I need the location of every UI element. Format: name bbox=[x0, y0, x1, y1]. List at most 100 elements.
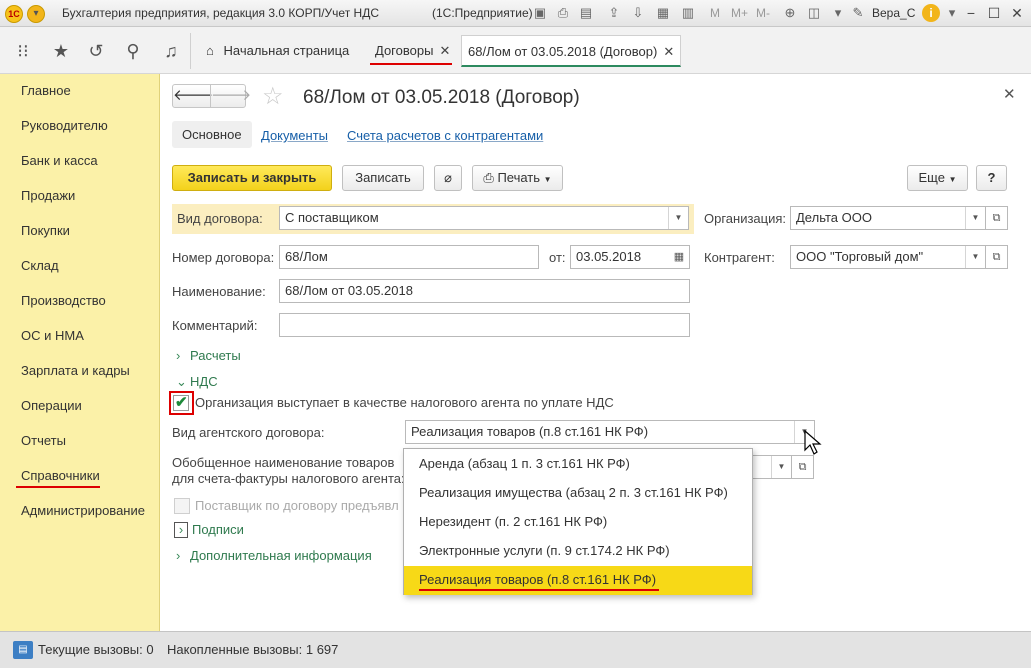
chevron-right-icon: › bbox=[176, 348, 181, 363]
sidebar-item-fixed-assets[interactable]: ОС и НМА bbox=[21, 328, 84, 343]
close-form-icon[interactable]: ✕ bbox=[1003, 85, 1016, 103]
open-organization-icon[interactable]: ⧉ bbox=[986, 206, 1008, 230]
sidebar-item-warehouse[interactable]: Склад bbox=[21, 258, 59, 273]
minimize-button[interactable]: − bbox=[960, 4, 982, 22]
contract-type-field[interactable]: С поставщиком ▼ bbox=[279, 206, 689, 230]
more-icon[interactable]: ▾ bbox=[830, 5, 846, 21]
name-label: Наименование: bbox=[172, 284, 266, 299]
forward-arrow-icon[interactable]: 🡒 bbox=[210, 85, 251, 107]
calendar-icon[interactable]: ▥ bbox=[680, 5, 696, 21]
chevron-down-icon[interactable]: ▼ bbox=[668, 207, 688, 229]
contract-number-field[interactable]: 68/Лом bbox=[279, 245, 539, 269]
dropdown-option[interactable]: Электронные услуги (п. 9 ст.174.2 НК РФ) bbox=[404, 537, 752, 566]
sidebar-item-bank[interactable]: Банк и касса bbox=[21, 153, 98, 168]
counterparty-label: Контрагент: bbox=[704, 250, 775, 265]
sidebar-item-reports[interactable]: Отчеты bbox=[21, 433, 66, 448]
info-menu-icon[interactable]: ▾ bbox=[944, 5, 960, 21]
group-additional[interactable]: › Дополнительная информация bbox=[176, 548, 372, 563]
panel-icon[interactable]: ◫ bbox=[806, 5, 822, 21]
history-icon[interactable]: ↺ bbox=[85, 40, 107, 62]
print-icon[interactable]: ⎙ bbox=[555, 5, 571, 21]
agent-contract-field[interactable]: Реализация товаров (п.8 ст.161 НК РФ) ▼ bbox=[405, 420, 815, 444]
sidebar-item-manager[interactable]: Руководителю bbox=[21, 118, 108, 133]
attach-icon[interactable]: ▦ bbox=[655, 5, 671, 21]
status-bar: ▤ Текущие вызовы: 0 Накопленные вызовы: … bbox=[0, 631, 1031, 668]
organization-label: Организация: bbox=[704, 211, 787, 226]
dropdown-option[interactable]: Реализация имущества (абзац 2 п. 3 ст.16… bbox=[404, 479, 752, 508]
group-signatures-label: Подписи bbox=[192, 522, 244, 537]
open-counterparty-icon[interactable]: ⧉ bbox=[986, 245, 1008, 269]
dropdown-option[interactable]: Аренда (абзац 1 п. 3 ст.161 НК РФ) bbox=[404, 450, 752, 479]
app-logo-icon: 1С bbox=[5, 5, 23, 23]
preview-icon[interactable]: ▤ bbox=[578, 5, 594, 21]
sidebar: Главное Руководителю Банк и касса Продаж… bbox=[0, 74, 160, 631]
more-button-label: Еще bbox=[918, 170, 945, 185]
close-tab-icon[interactable]: ✕ bbox=[663, 44, 674, 59]
favorites-star-icon[interactable]: ★ bbox=[50, 40, 72, 62]
tab-current-contract[interactable]: 68/Лом от 03.05.2018 (Договор) ✕ bbox=[461, 35, 682, 67]
apps-grid-icon[interactable]: ⁝⁝ bbox=[12, 40, 34, 62]
save-button[interactable]: Записать bbox=[342, 165, 424, 191]
sidebar-item-operations[interactable]: Операции bbox=[21, 398, 82, 413]
tab-separator bbox=[190, 33, 191, 69]
tab-contracts-label: Договоры bbox=[375, 43, 434, 58]
save-and-close-button[interactable]: Записать и закрыть bbox=[172, 165, 332, 191]
info-icon[interactable]: i bbox=[922, 4, 940, 22]
sidebar-item-salary[interactable]: Зарплата и кадры bbox=[21, 363, 130, 378]
favorite-star-icon[interactable]: ☆ bbox=[262, 82, 284, 111]
more-button[interactable]: Еще ▼ bbox=[907, 165, 968, 191]
current-user[interactable]: Вера_С bbox=[872, 6, 915, 20]
organization-field[interactable]: Дельта ООО ▼ bbox=[790, 206, 986, 230]
name-field[interactable]: 68/Лом от 03.05.2018 bbox=[279, 279, 690, 303]
chevron-down-icon[interactable]: ▼ bbox=[771, 456, 791, 478]
memory-minus-button[interactable]: M- bbox=[756, 6, 770, 20]
save-icon[interactable]: ▣ bbox=[532, 5, 548, 21]
counterparty-field[interactable]: ООО "Торговый дом" ▼ bbox=[790, 245, 986, 269]
chevron-down-icon[interactable]: ▼ bbox=[965, 207, 985, 229]
chevron-down-icon[interactable]: ▼ bbox=[965, 246, 985, 268]
settings-icon[interactable]: ✎ bbox=[850, 5, 866, 21]
sidebar-item-main[interactable]: Главное bbox=[21, 83, 71, 98]
title-bar: 1С ▾ Бухгалтерия предприятия, редакция 3… bbox=[0, 0, 1031, 27]
notifications-bell-icon[interactable]: ♫ bbox=[160, 40, 182, 62]
dropdown-option[interactable]: Нерезидент (п. 2 ст.161 НК РФ) bbox=[404, 508, 752, 537]
group-settlements[interactable]: › Расчеты bbox=[176, 348, 241, 363]
group-additional-label: Дополнительная информация bbox=[190, 548, 372, 563]
open-goods-name-icon[interactable]: ⧉ bbox=[792, 455, 814, 479]
sidebar-item-administration[interactable]: Администрирование bbox=[21, 503, 145, 518]
memory-plus-button[interactable]: M+ bbox=[731, 6, 748, 20]
group-signatures[interactable]: › Подписи bbox=[174, 522, 244, 538]
search-icon[interactable]: ⚲ bbox=[122, 40, 144, 62]
contract-number-label: Номер договора: bbox=[172, 250, 275, 265]
comment-field[interactable] bbox=[279, 313, 690, 337]
counterparty-value: ООО "Торговый дом" bbox=[796, 249, 924, 264]
main-menu-icon[interactable]: ▾ bbox=[27, 5, 45, 23]
memory-m-button[interactable]: M bbox=[710, 6, 720, 20]
group-vat-label: НДС bbox=[190, 374, 218, 389]
help-button[interactable]: ? bbox=[976, 165, 1007, 191]
zoom-icon[interactable]: ⊕ bbox=[782, 5, 798, 21]
group-vat[interactable]: ⌄ НДС bbox=[176, 374, 218, 390]
upload-icon[interactable]: ⇪ bbox=[606, 5, 622, 21]
server-calls-icon: ▤ bbox=[13, 641, 33, 659]
print-button[interactable]: ⎙ Печать ▼ bbox=[472, 165, 563, 191]
close-tab-icon[interactable]: ✕ bbox=[439, 43, 450, 58]
close-window-button[interactable]: ✕ bbox=[1006, 4, 1028, 22]
subtab-main[interactable]: Основное bbox=[172, 121, 252, 148]
sidebar-item-purchases[interactable]: Покупки bbox=[21, 223, 70, 238]
sidebar-item-sales[interactable]: Продажи bbox=[21, 188, 75, 203]
download-icon[interactable]: ⇩ bbox=[630, 5, 646, 21]
goods-name-field[interactable]: ▼ bbox=[750, 455, 792, 479]
tax-agent-checkbox[interactable] bbox=[173, 393, 189, 411]
tab-home[interactable]: ⌂ Начальная страница bbox=[200, 35, 355, 67]
subtab-documents[interactable]: Документы bbox=[261, 128, 328, 143]
subtab-accounts[interactable]: Счета расчетов с контрагентами bbox=[347, 128, 543, 143]
maximize-button[interactable]: ☐ bbox=[983, 4, 1005, 22]
date-field[interactable]: 03.05.2018 ▦ bbox=[570, 245, 690, 269]
sidebar-item-references[interactable]: Справочники bbox=[21, 468, 100, 483]
calendar-icon[interactable]: ▦ bbox=[669, 246, 689, 268]
sidebar-item-production[interactable]: Производство bbox=[21, 293, 106, 308]
attach-button[interactable]: ⌀ bbox=[434, 165, 462, 191]
back-arrow-icon[interactable]: 🡐 bbox=[173, 85, 213, 107]
accumulated-calls: Накопленные вызовы: 1 697 bbox=[167, 642, 339, 657]
